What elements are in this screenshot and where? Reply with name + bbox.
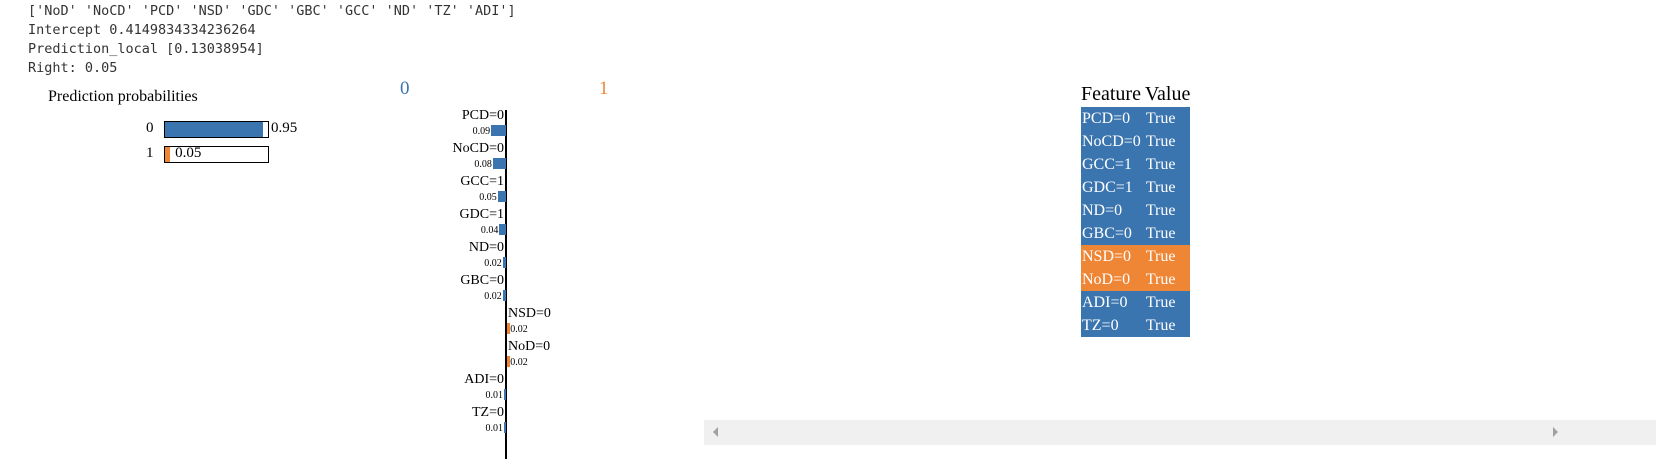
feature-label: TZ=0 bbox=[472, 405, 504, 420]
probability-bar-fill bbox=[165, 147, 171, 162]
feature-label: NoD=0 bbox=[508, 339, 551, 354]
probability-class-label: 0 bbox=[146, 120, 154, 136]
value-cell: True bbox=[1145, 316, 1176, 334]
feature-weight-value: 0.02 bbox=[510, 324, 528, 335]
feature-weight-value: 0.01 bbox=[485, 390, 504, 401]
feature-table-row: TZ=0 True bbox=[1081, 314, 1191, 337]
header-feature: Feature bbox=[1081, 83, 1141, 105]
feature-weight-value: 0.02 bbox=[510, 357, 528, 368]
prediction-probabilities-title: Prediction probabilities bbox=[48, 88, 198, 105]
feature-table-row: NoCD=0 True bbox=[1081, 130, 1191, 153]
feature-weight-value: 0.02 bbox=[484, 258, 502, 269]
feature-weight-bar bbox=[499, 224, 506, 235]
class-0-label: 0 bbox=[400, 78, 410, 99]
feature-value-table: Feature Value PCD=0 True NoCD=0 True GCC=1 Tr… bbox=[1081, 82, 1191, 337]
feature-table-row: NSD=0 True bbox=[1081, 245, 1191, 268]
feature-weight-value: 0.01 bbox=[485, 423, 504, 434]
feature-weight-value: 0.02 bbox=[484, 291, 502, 302]
feature-cell: PCD=0 bbox=[1082, 109, 1131, 127]
probability-class-label: 1 bbox=[146, 145, 154, 161]
feature-label: PCD=0 bbox=[461, 108, 504, 123]
horizontal-scrollbar[interactable] bbox=[704, 420, 1656, 445]
feature-weight-bar bbox=[504, 422, 506, 433]
feature-weight-bar bbox=[491, 125, 506, 136]
feature-weight-value: 0.08 bbox=[474, 159, 492, 170]
feature-table-row: GBC=0 True bbox=[1081, 222, 1191, 245]
feature-label: ND=0 bbox=[468, 240, 504, 255]
feature-cell: GDC=1 bbox=[1082, 178, 1133, 196]
value-cell: True bbox=[1145, 293, 1176, 311]
value-cell: True bbox=[1145, 201, 1176, 219]
feature-label: NoCD=0 bbox=[452, 141, 504, 156]
value-cell: True bbox=[1145, 178, 1176, 196]
feature-table-row: GDC=1 True bbox=[1081, 176, 1191, 199]
value-cell: True bbox=[1145, 247, 1176, 265]
value-cell: True bbox=[1145, 270, 1176, 288]
feature-cell: ND=0 bbox=[1082, 201, 1123, 219]
feature-table-row: NoD=0 True bbox=[1081, 268, 1191, 291]
output-right-line: Right: 0.05 bbox=[28, 60, 118, 76]
feature-table-row: ND=0 True bbox=[1081, 199, 1191, 222]
feature-weight-bar bbox=[497, 191, 506, 202]
feature-cell: NoD=0 bbox=[1082, 270, 1131, 288]
feature-label: GCC=1 bbox=[460, 174, 504, 189]
feature-cell: ADI=0 bbox=[1082, 293, 1128, 311]
feature-cell: TZ=0 bbox=[1082, 316, 1119, 334]
value-cell: True bbox=[1145, 132, 1176, 150]
feature-table-row: ADI=0 True bbox=[1081, 291, 1191, 314]
probability-value: 0.95 bbox=[271, 120, 298, 136]
scroll-left-arrow-icon[interactable] bbox=[713, 427, 718, 437]
value-cell: True bbox=[1145, 155, 1176, 173]
output-prediction-local-line: Prediction_local [0.13038954] bbox=[28, 41, 264, 57]
feature-weight-bar bbox=[502, 290, 506, 301]
feature-cell: NSD=0 bbox=[1082, 247, 1132, 265]
feature-label: ADI=0 bbox=[464, 372, 504, 387]
feature-cell: NoCD=0 bbox=[1082, 132, 1141, 150]
feature-weight-bar bbox=[492, 158, 506, 169]
output-intercept-line: Intercept 0.4149834334236264 bbox=[28, 22, 256, 38]
feature-weight-value: 0.05 bbox=[479, 192, 497, 203]
feature-label: GDC=1 bbox=[459, 207, 504, 222]
output-features-line: ['NoD' 'NoCD' 'PCD' 'NSD' 'GDC' 'GBC' 'G… bbox=[28, 3, 516, 19]
feature-table-row: PCD=0 True bbox=[1081, 107, 1191, 130]
value-cell: True bbox=[1145, 109, 1176, 127]
feature-label: GBC=0 bbox=[460, 273, 504, 288]
header-value: Value bbox=[1144, 83, 1191, 105]
feature-cell: GBC=0 bbox=[1082, 224, 1132, 242]
feature-weight-bar bbox=[502, 257, 506, 268]
feature-label: NSD=0 bbox=[508, 306, 551, 321]
value-cell: True bbox=[1145, 224, 1176, 242]
feature-cell: GCC=1 bbox=[1082, 155, 1132, 173]
feature-weight-bar bbox=[504, 389, 506, 400]
probability-bar-fill bbox=[165, 122, 263, 137]
class-1-label: 1 bbox=[599, 78, 609, 99]
scroll-right-arrow-icon[interactable] bbox=[1553, 427, 1558, 437]
feature-table-row: GCC=1 True bbox=[1081, 153, 1191, 176]
feature-weight-value: 0.04 bbox=[480, 225, 499, 236]
probability-bar-box bbox=[164, 121, 269, 138]
probability-value: 0.05 bbox=[175, 145, 202, 161]
feature-weight-value: 0.09 bbox=[472, 126, 491, 137]
